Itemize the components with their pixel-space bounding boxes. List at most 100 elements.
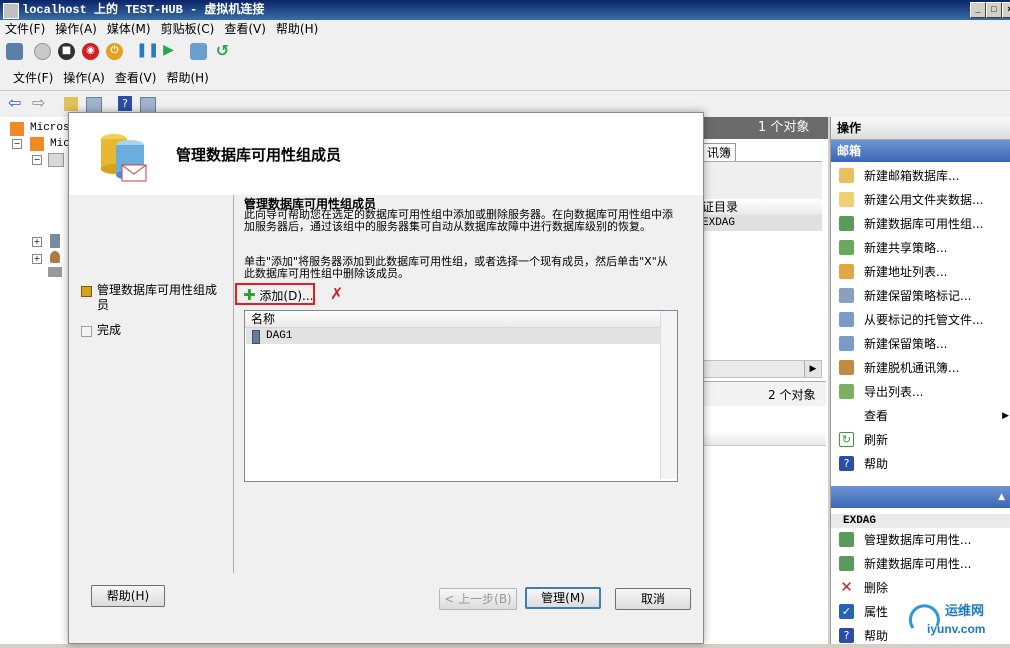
database-icon [839, 168, 854, 183]
shutdown-icon[interactable]: ◉ [82, 43, 99, 60]
show-hide-tree-icon[interactable] [86, 97, 102, 113]
action-new-retention-policy[interactable]: 新建保留策略... [831, 332, 1010, 356]
wizard-database-icon [96, 129, 152, 185]
minimize-button[interactable]: _ [970, 2, 986, 18]
results-toolbar-area [702, 161, 822, 202]
mmc-menu-help[interactable]: 帮助(H) [161, 66, 213, 90]
action-new-retention-tag[interactable]: 新建保留策略标记... [831, 284, 1010, 308]
vm-menu-clipboard[interactable]: 剪贴板(C) [156, 20, 220, 38]
help-icon[interactable]: ? [118, 96, 132, 111]
close-button[interactable]: × [1002, 2, 1010, 18]
pause-icon[interactable]: ❚❚ [136, 43, 159, 60]
add-button[interactable]: ✚ 添加(D)... [243, 287, 313, 303]
server-config-icon [48, 153, 64, 167]
watermark-text: 运维网 [945, 604, 985, 619]
exdag-section-title: EXDAG [831, 514, 1010, 528]
action-new-sharing-policy[interactable]: 新建共享策略... [831, 236, 1010, 260]
mmc-menu-action[interactable]: 操作(A) [58, 66, 110, 90]
action-label: 新建保留策略... [864, 337, 948, 351]
actions-section-mailbox[interactable]: 邮箱 [831, 140, 1010, 162]
address-list-icon [839, 264, 854, 279]
column-header[interactable]: 证目录 [702, 199, 822, 216]
action-label: 刷新 [864, 433, 889, 447]
help-icon: ? [839, 628, 854, 643]
back-button[interactable]: < 上一步(B) [439, 588, 517, 610]
back-arrow-icon[interactable]: ⇦ [8, 95, 21, 111]
manage-dag-icon [839, 532, 854, 547]
resume-icon[interactable]: ▶ [160, 43, 177, 60]
actions-section-collapse[interactable]: ▲ [831, 486, 1010, 508]
collapse-arrow-icon[interactable]: ▲ [998, 486, 1005, 508]
vm-menu-view[interactable]: 查看(V) [219, 20, 271, 38]
folder-icon [839, 192, 854, 207]
content-description: 此向导可帮助您在选定的数据库可用性组中添加或删除服务器。在向数据库可用性组中添加… [244, 208, 673, 233]
expand-toggle[interactable]: + [32, 254, 42, 264]
expand-toggle[interactable]: + [32, 237, 42, 247]
action-label: 属性 [864, 605, 889, 619]
actions-pane: 操作 邮箱 新建邮箱数据库... 新建公用文件夹数据... 新建数据库可用性组.… [830, 117, 1010, 644]
manage-dag-membership-wizard: 管理数据库可用性组成员 管理数据库可用性组成员 完成 管理数据库可用性组成员 此… [68, 112, 704, 644]
save-state-icon[interactable]: ⏻ [106, 43, 123, 60]
start-icon[interactable] [34, 43, 51, 60]
add-button-label: 添加(D)... [259, 289, 314, 303]
turn-off-icon[interactable]: ■ [58, 43, 75, 60]
scroll-right-icon[interactable]: ▶ [804, 361, 821, 377]
dag-row[interactable]: EXDAG [702, 215, 822, 231]
ctrl-alt-del-icon[interactable] [6, 43, 23, 60]
pending-step-icon [81, 326, 92, 337]
mmc-menu-file[interactable]: 文件(F) [8, 66, 58, 90]
remove-x-icon[interactable]: ✗ [330, 286, 343, 302]
help-button[interactable]: 帮助(H) [91, 585, 165, 607]
submenu-arrow-icon: ▶ [1002, 411, 1009, 421]
wizard-step-complete[interactable]: 完成 [81, 323, 227, 338]
action-new-dag-network[interactable]: 新建数据库可用性... [831, 552, 1010, 576]
mmc-menu-view[interactable]: 查看(V) [110, 66, 162, 90]
action-label: 管理数据库可用性... [864, 533, 972, 547]
action-label: 新建邮箱数据库... [864, 169, 960, 183]
action-view[interactable]: 查看 ▶ [831, 404, 1010, 428]
action-manage-dag[interactable]: 管理数据库可用性... [831, 528, 1010, 552]
action-tag-managed-folder[interactable]: 从要标记的托管文件... [831, 308, 1010, 332]
up-folder-icon[interactable] [64, 97, 78, 111]
action-new-offline-address-book[interactable]: 新建脱机通讯簿... [831, 356, 1010, 380]
vm-menu-action[interactable]: 操作(A) [50, 20, 102, 38]
list-item[interactable]: DAG1 [246, 328, 661, 344]
action-new-mailbox-database[interactable]: 新建邮箱数据库... [831, 164, 1010, 188]
lower-results-header: 2 个对象 [702, 381, 826, 406]
action-label: 新建地址列表... [864, 265, 948, 279]
vertical-scrollbar[interactable] [660, 311, 677, 479]
list-header-name[interactable]: 名称 [245, 311, 677, 328]
step-label: 完成 [97, 323, 122, 337]
retention-tag-icon [839, 288, 854, 303]
member-list[interactable]: 名称 DAG1 [244, 310, 678, 482]
tree-child-node[interactable]: Mic [50, 138, 70, 150]
cancel-button[interactable]: 取消 [615, 588, 691, 610]
snapshot-icon[interactable] [190, 43, 207, 60]
revert-icon[interactable]: ↺ [214, 43, 231, 60]
server-icon [252, 330, 260, 344]
horizontal-scrollbar[interactable]: ▶ [702, 360, 822, 378]
exchange-icon [10, 122, 24, 136]
maximize-button[interactable]: □ [986, 2, 1002, 18]
vm-menu-help[interactable]: 帮助(H) [271, 20, 323, 38]
wizard-step-manage[interactable]: 管理数据库可用性组成员 [81, 283, 227, 313]
sharing-policy-icon [839, 240, 854, 255]
action-new-dag[interactable]: 新建数据库可用性组... [831, 212, 1010, 236]
action-export-list[interactable]: 导出列表... [831, 380, 1010, 404]
properties-icon[interactable] [140, 97, 156, 113]
manage-button[interactable]: 管理(M) [525, 587, 601, 609]
action-new-address-list[interactable]: 新建地址列表... [831, 260, 1010, 284]
tab-address-book[interactable]: 讯簿 [702, 143, 737, 162]
action-new-public-folder-database[interactable]: 新建公用文件夹数据... [831, 188, 1010, 212]
mmc-menubar: 文件(F) 操作(A) 查看(V) 帮助(H) [0, 66, 1010, 91]
collapse-toggle[interactable]: − [32, 155, 42, 165]
collapse-toggle[interactable]: − [12, 139, 22, 149]
vm-menu-media[interactable]: 媒体(M) [102, 20, 156, 38]
action-refresh[interactable]: ↻ 刷新 [831, 428, 1010, 452]
server-icon [50, 234, 60, 248]
tree-root-node[interactable]: Micros [30, 122, 70, 134]
vm-menu-file[interactable]: 文件(F) [0, 20, 50, 38]
forward-arrow-icon[interactable]: ⇨ [32, 95, 45, 111]
action-help[interactable]: ? 帮助 [831, 452, 1010, 476]
wizard-step-list: 管理数据库可用性组成员 完成 [69, 195, 234, 575]
